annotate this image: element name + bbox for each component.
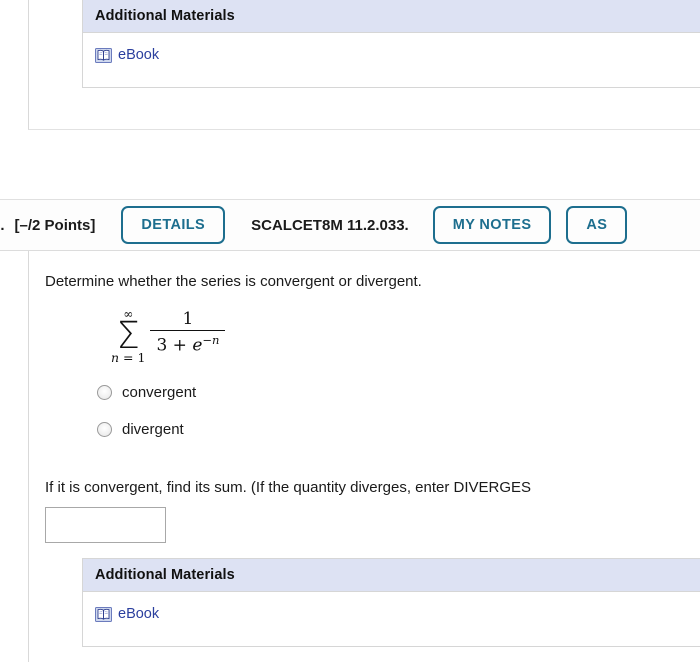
ebook-link-label: eBook xyxy=(118,606,160,622)
summation-operator: ∞ Σ n = 1 xyxy=(111,308,145,365)
additional-materials-title-top: Additional Materials xyxy=(95,8,235,24)
denominator-leading-term: 3 + xyxy=(156,335,193,356)
ebook-icon xyxy=(95,47,112,63)
summation-lower-limit: n = 1 xyxy=(111,352,145,365)
previous-question-container: Additional Materials eBook xyxy=(28,0,700,130)
choice-label-divergent: divergent xyxy=(122,421,184,438)
choice-label-convergent: convergent xyxy=(122,384,197,401)
fraction-numerator: 1 xyxy=(182,308,194,329)
denominator-exponential-base: e xyxy=(192,335,203,356)
ebook-link[interactable]: eBook xyxy=(95,606,159,622)
radio-button-convergent[interactable] xyxy=(97,385,112,400)
choice-convergent[interactable]: convergent xyxy=(97,384,196,401)
series-term-fraction: 1 3 + e−n xyxy=(150,308,226,356)
additional-materials-header: Additional Materials xyxy=(83,559,700,592)
answer-input[interactable] xyxy=(45,507,166,543)
series-expression: ∞ Σ n = 1 1 3 + e−n xyxy=(111,308,226,365)
ask-your-teacher-button[interactable]: AS xyxy=(566,206,628,244)
additional-materials-panel: Additional Materials eBook xyxy=(82,558,700,647)
additional-materials-body: eBook xyxy=(83,592,700,627)
additional-materials-title: Additional Materials xyxy=(95,567,235,583)
question-prompt-secondary: If it is convergent, find its sum. (If t… xyxy=(45,479,532,496)
additional-materials-header-top: Additional Materials xyxy=(83,0,700,33)
question-code: SCALCET8M 11.2.033. xyxy=(251,216,409,234)
ebook-link-label-top: eBook xyxy=(118,47,160,63)
additional-materials-panel-top: Additional Materials eBook xyxy=(82,0,700,88)
summation-index-value: 1 xyxy=(137,350,146,366)
additional-materials-body-top: eBook xyxy=(83,33,700,68)
my-notes-button[interactable]: MY NOTES xyxy=(432,206,552,244)
sigma-icon: Σ xyxy=(116,314,140,357)
question-number: 3. xyxy=(0,216,5,234)
fraction-denominator: 3 + e−n xyxy=(150,331,225,356)
choice-divergent[interactable]: divergent xyxy=(97,421,184,438)
radio-button-divergent[interactable] xyxy=(97,422,112,437)
question-header-bar: 3. [–/2 Points] DETAILS SCALCET8M 11.2.0… xyxy=(0,199,700,251)
summation-index-equals: = xyxy=(119,350,138,366)
ebook-icon xyxy=(95,606,112,622)
assignment-page: Additional Materials eBook . [–/2 Points… xyxy=(0,0,700,662)
question-body: Determine whether the series is converge… xyxy=(28,251,700,662)
question-prompt-primary: Determine whether the series is converge… xyxy=(45,273,422,290)
denominator-exponent: −n xyxy=(202,333,220,348)
ebook-link-top[interactable]: eBook xyxy=(95,47,159,63)
summation-index-var: n xyxy=(111,350,120,366)
question-points: [–/2 Points] xyxy=(14,216,96,234)
details-button[interactable]: DETAILS xyxy=(121,206,226,244)
